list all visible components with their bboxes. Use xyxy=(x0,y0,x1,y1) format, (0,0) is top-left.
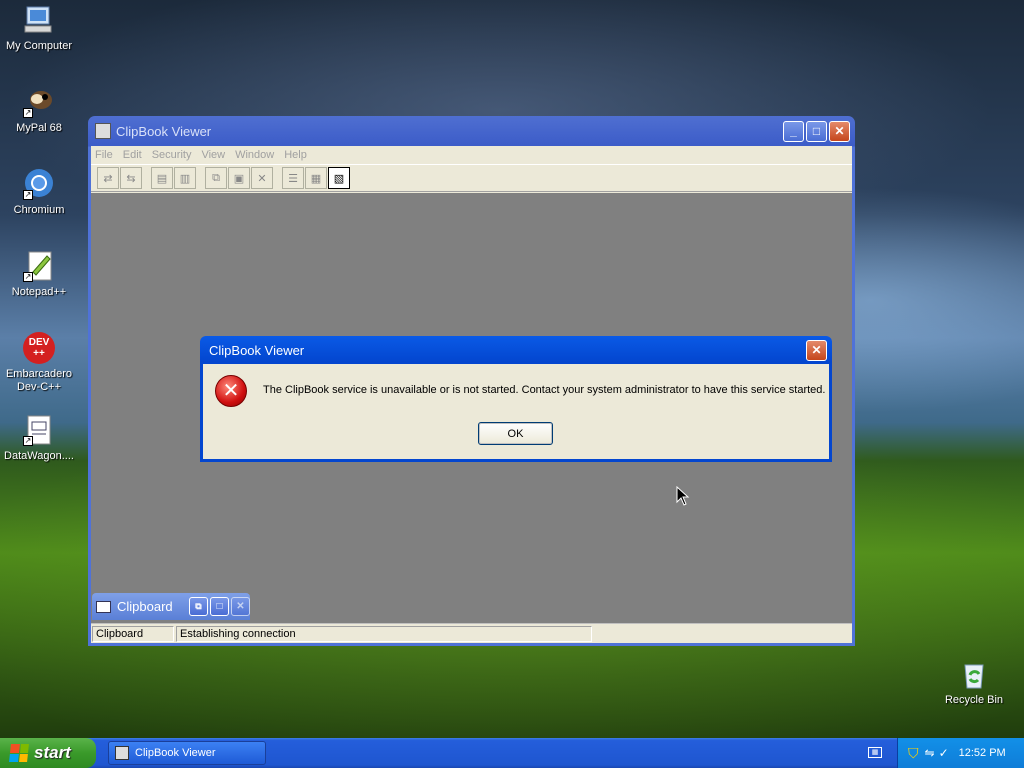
task-label: ClipBook Viewer xyxy=(135,747,216,759)
dialog-titlebar[interactable]: ClipBook Viewer ✕ xyxy=(203,336,829,364)
status-bar: Clipboard Establishing connection xyxy=(91,623,852,643)
share-icon[interactable]: ▤ xyxy=(151,167,173,189)
menu-file[interactable]: File xyxy=(95,149,113,161)
clipbook-task-icon xyxy=(115,746,129,760)
shortcut-arrow-icon: ↗ xyxy=(23,272,33,282)
shortcut-arrow-icon: ↗ xyxy=(23,108,33,118)
desktop-icon-label: Notepad++ xyxy=(11,286,67,298)
dialog-close-button[interactable]: ✕ xyxy=(806,339,827,361)
window-titlebar[interactable]: ClipBook Viewer _ □ ✕ xyxy=(91,116,852,146)
devcpp-icon: DEV ++ xyxy=(23,332,55,364)
disconnect-icon[interactable]: ⇆ xyxy=(120,167,142,189)
copy-icon[interactable]: ⧉ xyxy=(205,167,227,189)
menu-view[interactable]: View xyxy=(201,149,225,161)
table-of-contents-icon[interactable]: ☰ xyxy=(282,167,304,189)
datawagon-icon: ↗ xyxy=(23,414,55,446)
safely-remove-icon[interactable]: ✓ xyxy=(939,746,949,760)
mypal-icon: ↗ xyxy=(23,86,55,118)
mouse-cursor-icon xyxy=(676,486,690,506)
status-pane-view: Clipboard xyxy=(92,625,174,642)
ok-button[interactable]: OK xyxy=(478,422,553,445)
network-icon[interactable]: ⇋ xyxy=(925,746,935,760)
full-page-icon[interactable]: ▧ xyxy=(328,167,350,189)
start-button[interactable]: start xyxy=(0,738,96,768)
error-dialog: ClipBook Viewer ✕ ✕ The ClipBook service… xyxy=(200,336,832,462)
shortcut-arrow-icon: ↗ xyxy=(23,436,33,446)
delete-icon[interactable]: ✕ xyxy=(251,167,273,189)
desktop-icon-notepadpp[interactable]: ↗ Notepad++ xyxy=(0,250,78,299)
start-label: start xyxy=(34,743,71,762)
clipboard-minimized-window[interactable]: Clipboard ⧉ □ ✕ xyxy=(92,593,250,620)
taskbar: start ClipBook Viewer ▦ ⛉ ⇋ ✓ 12:52 PM xyxy=(0,738,1024,768)
close-button[interactable]: ✕ xyxy=(829,120,850,142)
maximize-button[interactable]: □ xyxy=(210,597,229,616)
shortcut-arrow-icon: ↗ xyxy=(23,190,33,200)
desktop-icon-label: DataWagon.... xyxy=(4,450,74,462)
status-pane-message: Establishing connection xyxy=(176,625,592,642)
taskbar-item-clipbook[interactable]: ClipBook Viewer xyxy=(108,741,266,765)
dialog-title: ClipBook Viewer xyxy=(209,342,305,358)
menu-edit[interactable]: Edit xyxy=(123,149,142,161)
desktop-icon-label: Embarcadero Dev-C++ xyxy=(5,368,73,393)
connect-icon[interactable]: ⇄ xyxy=(97,167,119,189)
clipboard-window-title: Clipboard xyxy=(117,599,173,614)
menu-window[interactable]: Window xyxy=(235,149,274,161)
window-title: ClipBook Viewer xyxy=(116,123,212,139)
desktop-icon-label: Recycle Bin xyxy=(944,694,1004,706)
recycle-bin-icon xyxy=(958,658,990,690)
windows-flag-icon xyxy=(9,744,29,762)
menu-help[interactable]: Help xyxy=(284,149,307,161)
desktop-icon-chromium[interactable]: ↗ Chromium xyxy=(0,168,78,217)
close-button[interactable]: ✕ xyxy=(231,597,250,616)
notepadpp-icon: ↗ xyxy=(23,250,55,282)
desktop-icon-recycle-bin[interactable]: Recycle Bin xyxy=(935,658,1013,707)
desktop-icon-label: My Computer xyxy=(5,40,73,52)
error-icon: ✕ xyxy=(215,375,247,407)
desktop-icon-mypal[interactable]: ↗ MyPal 68 xyxy=(0,86,78,135)
keyboard-icon[interactable]: ▦ xyxy=(868,747,882,758)
app-icon xyxy=(95,123,111,139)
desktop-icon-label: Chromium xyxy=(13,204,65,216)
security-shield-icon[interactable]: ⛉ xyxy=(908,745,919,762)
dialog-message: The ClipBook service is unavailable or i… xyxy=(263,384,826,396)
menu-bar: File Edit Security View Window Help xyxy=(91,146,852,164)
maximize-button[interactable]: □ xyxy=(806,120,827,142)
stop-sharing-icon[interactable]: ▥ xyxy=(174,167,196,189)
clipboard-window-icon xyxy=(96,600,111,613)
chromium-icon: ↗ xyxy=(23,168,55,200)
desktop-icon-my-computer[interactable]: My Computer xyxy=(0,4,78,53)
minimize-button[interactable]: _ xyxy=(783,120,804,142)
toolbar: ⇄ ⇆ ▤ ▥ ⧉ ▣ ✕ ☰ ▦ ▧ xyxy=(91,164,852,192)
menu-security[interactable]: Security xyxy=(152,149,192,161)
desktop-icon-datawagon[interactable]: ↗ DataWagon.... xyxy=(0,414,78,463)
desktop-icon-devcpp[interactable]: DEV ++ Embarcadero Dev-C++ xyxy=(0,332,78,394)
clock[interactable]: 12:52 PM xyxy=(959,747,1006,759)
restore-button[interactable]: ⧉ xyxy=(189,597,208,616)
dialog-body: ✕ The ClipBook service is unavailable or… xyxy=(203,364,829,459)
desktop-icon-label: MyPal 68 xyxy=(16,122,62,134)
system-tray: ⛉ ⇋ ✓ 12:52 PM xyxy=(897,738,1024,768)
thumbnails-icon[interactable]: ▦ xyxy=(305,167,327,189)
paste-icon[interactable]: ▣ xyxy=(228,167,250,189)
computer-icon xyxy=(23,4,55,36)
